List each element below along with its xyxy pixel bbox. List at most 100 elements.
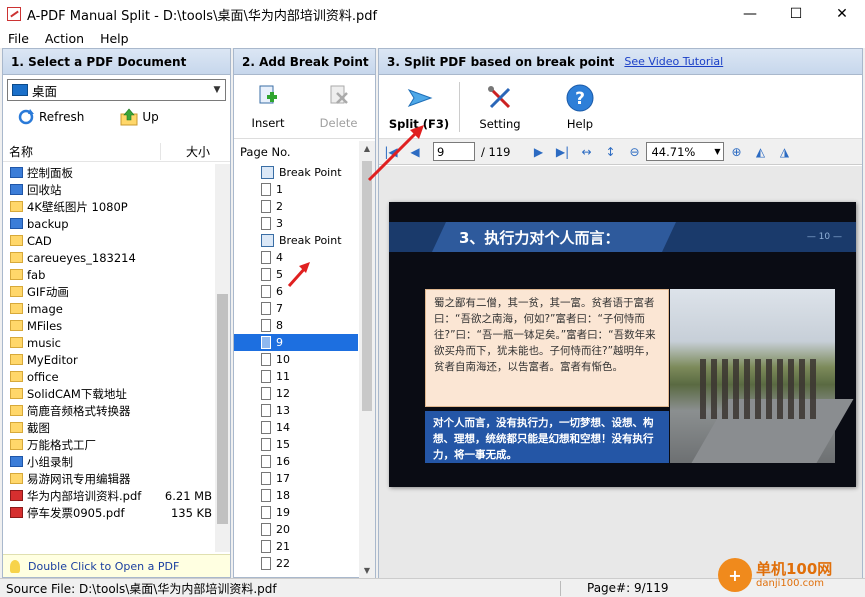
setting-button[interactable]: Setting [460,83,540,131]
insert-page-icon [259,85,278,103]
page-item[interactable]: 21 [234,538,358,555]
status-page: Page#: 9/119 [587,581,669,595]
up-button[interactable]: Up [120,108,159,126]
file-list-item[interactable]: 回收站 [3,181,215,198]
insert-button[interactable]: Insert [252,84,285,130]
next-page-icon[interactable]: ▶ [528,142,548,162]
desktop-icon [12,84,28,96]
file-list-item[interactable]: GIF动画 [3,283,215,300]
page-item[interactable]: 8 [234,317,358,334]
page-item[interactable]: 17 [234,470,358,487]
page-item[interactable]: 2 [234,198,358,215]
col-name[interactable]: 名称 [3,143,160,160]
fit-width-icon[interactable]: ↔ [576,142,596,162]
insert-label: Insert [251,115,285,130]
file-name: 华为内部培训资料.pdf [27,488,142,503]
file-list-item[interactable]: 小组录制 [3,453,215,470]
page-item[interactable]: 6 [234,283,358,300]
file-list-item[interactable]: 截图 [3,419,215,436]
chevron-down-icon[interactable]: ▼ [209,85,225,95]
menu-bar: File Action Help [0,28,865,48]
page-item[interactable]: 10 [234,351,358,368]
menu-action[interactable]: Action [37,31,92,46]
page-item[interactable]: 7 [234,300,358,317]
first-page-icon[interactable]: |◀ [381,142,401,162]
page-item[interactable]: 18 [234,487,358,504]
video-tutorial-link[interactable]: See Video Tutorial [624,55,723,68]
page-item[interactable]: 20 [234,521,358,538]
page-list[interactable]: Page No. Break Point 1 2 3 Break Point 4 5 6 7 8 9… [234,141,375,578]
rotate-left-icon[interactable]: ◭ [750,142,770,162]
refresh-button[interactable]: Refresh [17,108,84,126]
scroll-down-icon[interactable]: ▼ [359,566,375,575]
maximize-button[interactable]: ☐ [773,0,819,28]
file-name: MFiles [27,318,63,333]
page-item[interactable]: 22 [234,555,358,572]
file-list-item[interactable]: music [3,334,215,351]
help-button[interactable]: ? Help [540,83,620,131]
menu-file[interactable]: File [0,31,37,46]
file-list-item[interactable]: 简鹿音频格式转换器 [3,402,215,419]
file-list-item[interactable]: 4K壁纸图片 1080P [3,198,215,215]
hint-text: Double Click to Open a PDF [28,559,180,573]
last-page-icon[interactable]: ▶| [552,142,572,162]
file-list-item[interactable]: MyEditor [3,351,215,368]
file-list-item[interactable]: CAD [3,232,215,249]
file-list-item[interactable]: 控制面板 [3,164,215,181]
page-number-input[interactable]: 9 [433,142,475,161]
location-dropdown[interactable]: 桌面 ▼ [7,79,226,101]
rotate-right-icon[interactable]: ◮ [774,142,794,162]
file-list-item[interactable]: 易游网讯专用编辑器 [3,470,215,487]
pdf-file-icon [10,507,23,518]
scroll-up-icon[interactable]: ▲ [359,144,375,153]
split-button[interactable]: Split (F3) [379,83,459,131]
page-label: 19 [276,506,290,519]
zoom-in-icon[interactable]: ⊕ [726,142,746,162]
col-size[interactable]: 大小 [160,143,230,160]
break-point-item[interactable]: Break Point [234,232,358,249]
page-item[interactable]: 13 [234,402,358,419]
file-list-item[interactable]: office [3,368,215,385]
file-list-item[interactable]: backup [3,215,215,232]
slide-quote: 蜀之鄙有二僧，其一贫，其一富。贫者语于富者曰：“吾欲之南海，何如?”富者曰：“子… [425,289,669,407]
page-item[interactable]: 5 [234,266,358,283]
page-item[interactable]: 19 [234,504,358,521]
file-list-item[interactable]: 停车发票0905.pdf 135 KB [3,504,215,521]
file-list-item[interactable]: MFiles [3,317,215,334]
page-item[interactable]: 12 [234,385,358,402]
page-item[interactable]: 4 [234,249,358,266]
page-item[interactable]: 14 [234,419,358,436]
break-point-item[interactable]: Break Point [234,164,358,181]
menu-help[interactable]: Help [92,31,137,46]
prev-page-icon[interactable]: ◀ [405,142,425,162]
file-list-item[interactable]: image [3,300,215,317]
file-list[interactable]: 名称 大小 控制面板 回收站 4K壁纸图片 1080P backup CAD careue… [3,142,230,552]
pdf-viewer[interactable]: 3、执行力对个人而言： — 10 — 蜀之鄙有二僧，其一贫，其一富。贫者语于富者… [379,166,862,578]
file-list-item[interactable]: fab [3,266,215,283]
zoom-out-icon[interactable]: ⊖ [624,142,644,162]
zoom-select[interactable]: 44.71% ▼ [646,142,725,161]
page-label: 6 [276,285,283,298]
folder-up-icon [120,108,138,126]
minimize-button[interactable]: — [727,0,773,28]
file-name: office [27,369,59,384]
file-list-item[interactable]: 华为内部培训资料.pdf 6.21 MB [3,487,215,504]
fit-height-icon[interactable]: ↕ [600,142,620,162]
close-button[interactable]: ✕ [819,0,865,28]
slide-title: 3、执行力对个人而言： [459,228,620,247]
page-item[interactable]: 3 [234,215,358,232]
delete-button[interactable]: Delete [320,84,357,130]
page-icon [261,540,271,553]
file-list-item[interactable]: SolidCAM下载地址 [3,385,215,402]
page-item[interactable]: 9 [234,334,358,351]
page-item[interactable]: 1 [234,181,358,198]
page-item[interactable]: 15 [234,436,358,453]
file-list-scrollbar[interactable] [215,164,230,552]
folder-icon [10,286,23,297]
page-item[interactable]: 16 [234,453,358,470]
panel1-header: 1. Select a PDF Document [3,49,230,75]
file-list-item[interactable]: 万能格式工厂 [3,436,215,453]
file-list-item[interactable]: careueyes_183214 [3,249,215,266]
page-list-scrollbar[interactable]: ▲ ▼ [359,141,375,578]
page-item[interactable]: 11 [234,368,358,385]
